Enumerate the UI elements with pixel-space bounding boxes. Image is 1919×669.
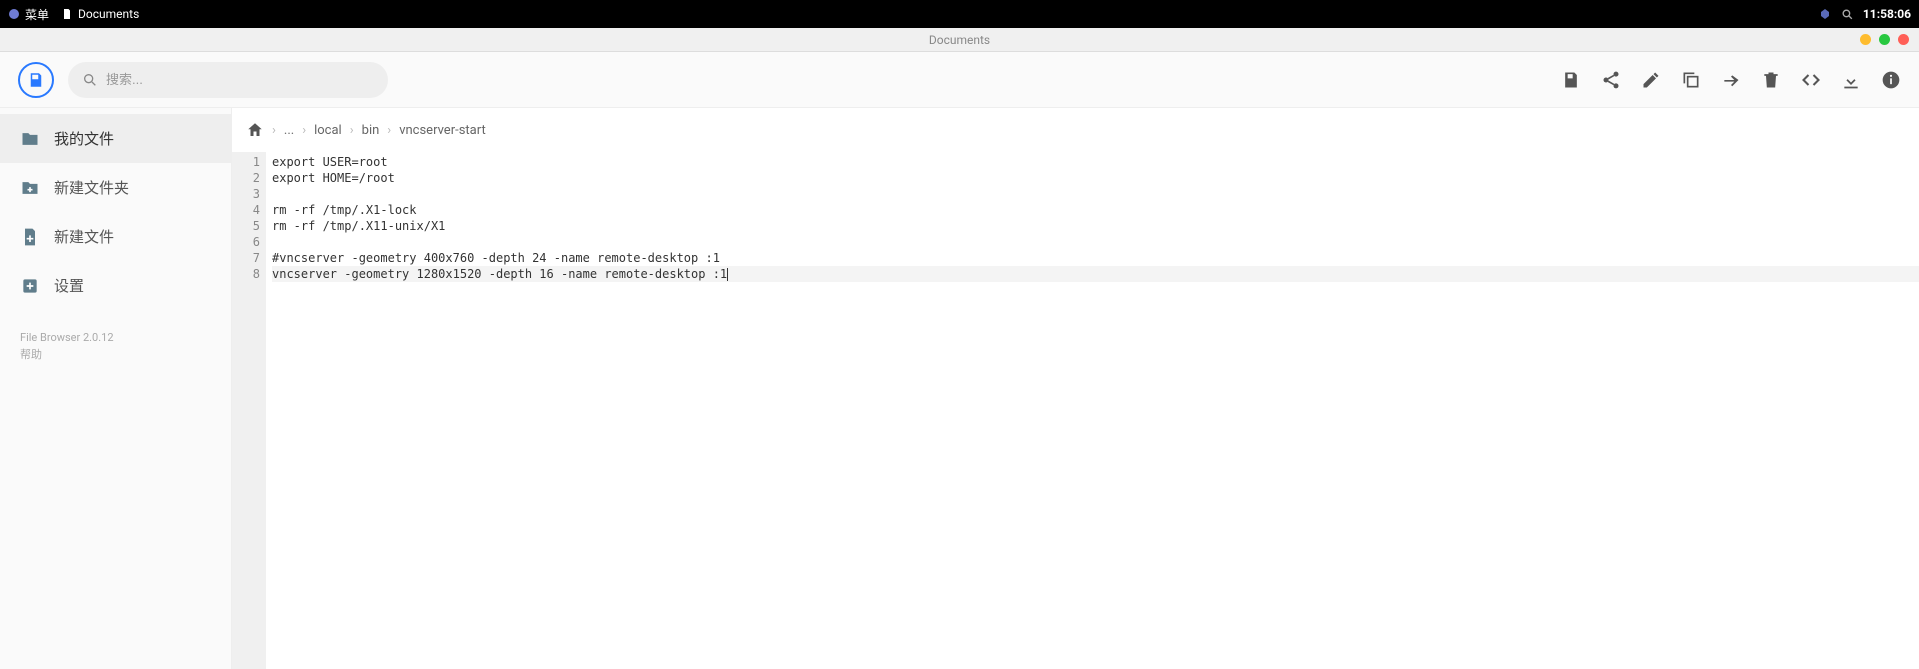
folder-plus-icon xyxy=(20,178,40,198)
tray-indicator-icon[interactable] xyxy=(1819,8,1831,20)
sidebar-item-new-folder[interactable]: 新建文件夹 xyxy=(0,163,231,212)
system-bar: 菜单 Documents 11:58:06 xyxy=(0,0,1919,28)
delete-icon[interactable] xyxy=(1761,70,1781,90)
chevron-right-icon: › xyxy=(350,123,354,138)
window-close-button[interactable] xyxy=(1898,34,1909,45)
menu-app-icon xyxy=(8,8,20,20)
breadcrumb-part[interactable]: vncserver-start xyxy=(399,123,486,138)
window-minimize-button[interactable] xyxy=(1860,34,1871,45)
sidebar-item-label: 新建文件夹 xyxy=(54,177,129,198)
code-icon[interactable] xyxy=(1801,70,1821,90)
search-input[interactable] xyxy=(106,72,374,87)
edit-icon[interactable] xyxy=(1641,70,1661,90)
search-icon xyxy=(82,72,98,88)
window-title: Documents xyxy=(929,33,990,47)
chevron-right-icon: › xyxy=(272,123,276,138)
tray-search-icon[interactable] xyxy=(1841,8,1853,20)
sidebar-version: File Browser 2.0.12 xyxy=(20,330,211,347)
system-app-button[interactable]: Documents xyxy=(61,7,139,21)
sidebar-item-label: 新建文件 xyxy=(54,226,114,247)
system-app-label: Documents xyxy=(78,7,139,21)
code-editor[interactable]: 12345678 export USER=rootexport HOME=/ro… xyxy=(232,152,1919,669)
folder-icon xyxy=(20,129,40,149)
toolbar xyxy=(1561,70,1901,90)
system-menu-button[interactable]: 菜单 xyxy=(8,6,49,23)
chevron-right-icon: › xyxy=(302,123,306,138)
app-header xyxy=(0,52,1919,108)
main-panel: › ... › local › bin › vncserver-start 12… xyxy=(232,108,1919,669)
app-logo[interactable] xyxy=(18,62,54,98)
search-box[interactable] xyxy=(68,62,388,98)
window-maximize-button[interactable] xyxy=(1879,34,1890,45)
sidebar-item-settings[interactable]: 设置 xyxy=(0,261,231,310)
line-number-gutter: 12345678 xyxy=(232,152,266,669)
sidebar: 我的文件 新建文件夹 新建文件 设置 File Browser 2.0.12 帮… xyxy=(0,108,232,669)
code-content[interactable]: export USER=rootexport HOME=/rootrm -rf … xyxy=(266,152,1919,669)
share-icon[interactable] xyxy=(1601,70,1621,90)
breadcrumb-ellipsis[interactable]: ... xyxy=(284,123,294,138)
chevron-right-icon: › xyxy=(387,123,391,138)
save-icon[interactable] xyxy=(1561,70,1581,90)
info-icon[interactable] xyxy=(1881,70,1901,90)
system-menu-label: 菜单 xyxy=(25,6,49,23)
sidebar-item-label: 我的文件 xyxy=(54,128,114,149)
document-app-icon xyxy=(61,8,73,20)
window-titlebar: Documents xyxy=(0,28,1919,52)
download-icon[interactable] xyxy=(1841,70,1861,90)
forward-icon[interactable] xyxy=(1721,70,1741,90)
breadcrumb: › ... › local › bin › vncserver-start xyxy=(232,108,1919,152)
home-icon[interactable] xyxy=(246,121,264,139)
sidebar-item-my-files[interactable]: 我的文件 xyxy=(0,114,231,163)
breadcrumb-part[interactable]: bin xyxy=(362,123,380,138)
sidebar-item-new-file[interactable]: 新建文件 xyxy=(0,212,231,261)
settings-icon xyxy=(20,276,40,296)
breadcrumb-part[interactable]: local xyxy=(314,123,342,138)
save-disk-icon xyxy=(27,71,45,89)
sidebar-help-link[interactable]: 帮助 xyxy=(20,347,211,364)
file-plus-icon xyxy=(20,227,40,247)
sidebar-item-label: 设置 xyxy=(54,275,84,296)
copy-icon[interactable] xyxy=(1681,70,1701,90)
system-clock: 11:58:06 xyxy=(1863,7,1911,21)
